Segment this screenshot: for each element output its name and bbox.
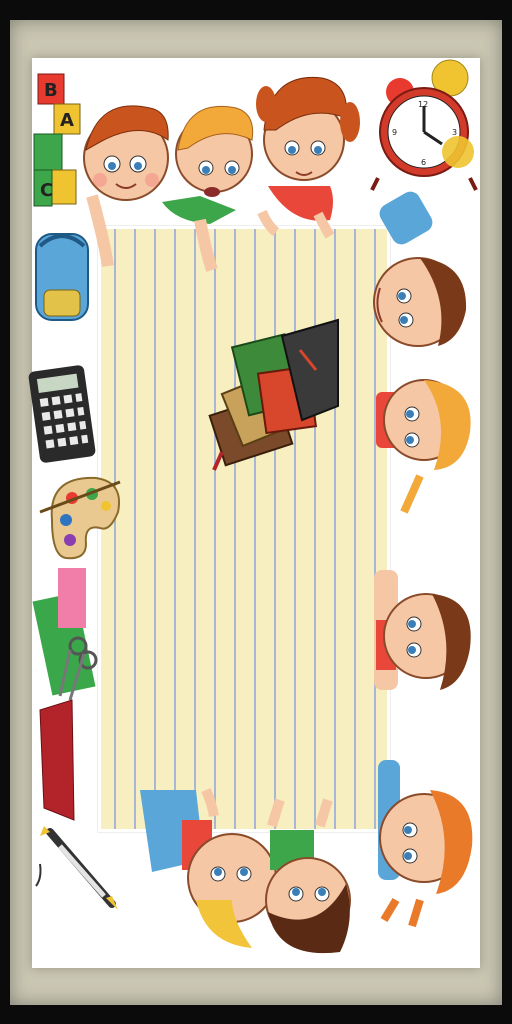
backpack-icon xyxy=(35,233,89,321)
block-letter-a: A xyxy=(60,110,74,131)
clock-numeral-9: 9 xyxy=(392,128,397,137)
clock-numeral-6: 6 xyxy=(421,158,426,167)
craft-supplies-icon xyxy=(32,568,98,821)
calculator-icon xyxy=(28,365,96,463)
books-and-graduation-cap-icon xyxy=(208,318,339,471)
outer-frame: B A C 12 3 6 9 xyxy=(0,0,512,1024)
kid-boy-top-middle-icon xyxy=(162,105,254,272)
kid-boy-top-left-icon xyxy=(83,105,169,267)
kid-girl-right-bottom-icon xyxy=(378,760,473,928)
decorations: B A C 12 3 6 9 xyxy=(28,59,478,954)
kid-boy-bottom-right-icon xyxy=(265,798,351,954)
kid-girl-bottom-left-icon xyxy=(140,788,277,948)
fountain-pen-icon xyxy=(35,826,118,910)
clock-numeral-3: 3 xyxy=(452,128,457,137)
block-letter-b: B xyxy=(44,80,58,101)
kid-boy-right-lower-icon xyxy=(374,570,471,690)
alarm-clock-icon xyxy=(370,59,478,191)
kid-boy-right-upper-icon xyxy=(373,191,467,347)
clock-numeral-12: 12 xyxy=(418,100,428,109)
paint-palette-icon xyxy=(39,476,121,560)
kid-girl-right-middle-icon xyxy=(376,379,471,514)
kid-girl-top-right-icon xyxy=(256,76,360,239)
block-letter-c: C xyxy=(40,180,53,201)
